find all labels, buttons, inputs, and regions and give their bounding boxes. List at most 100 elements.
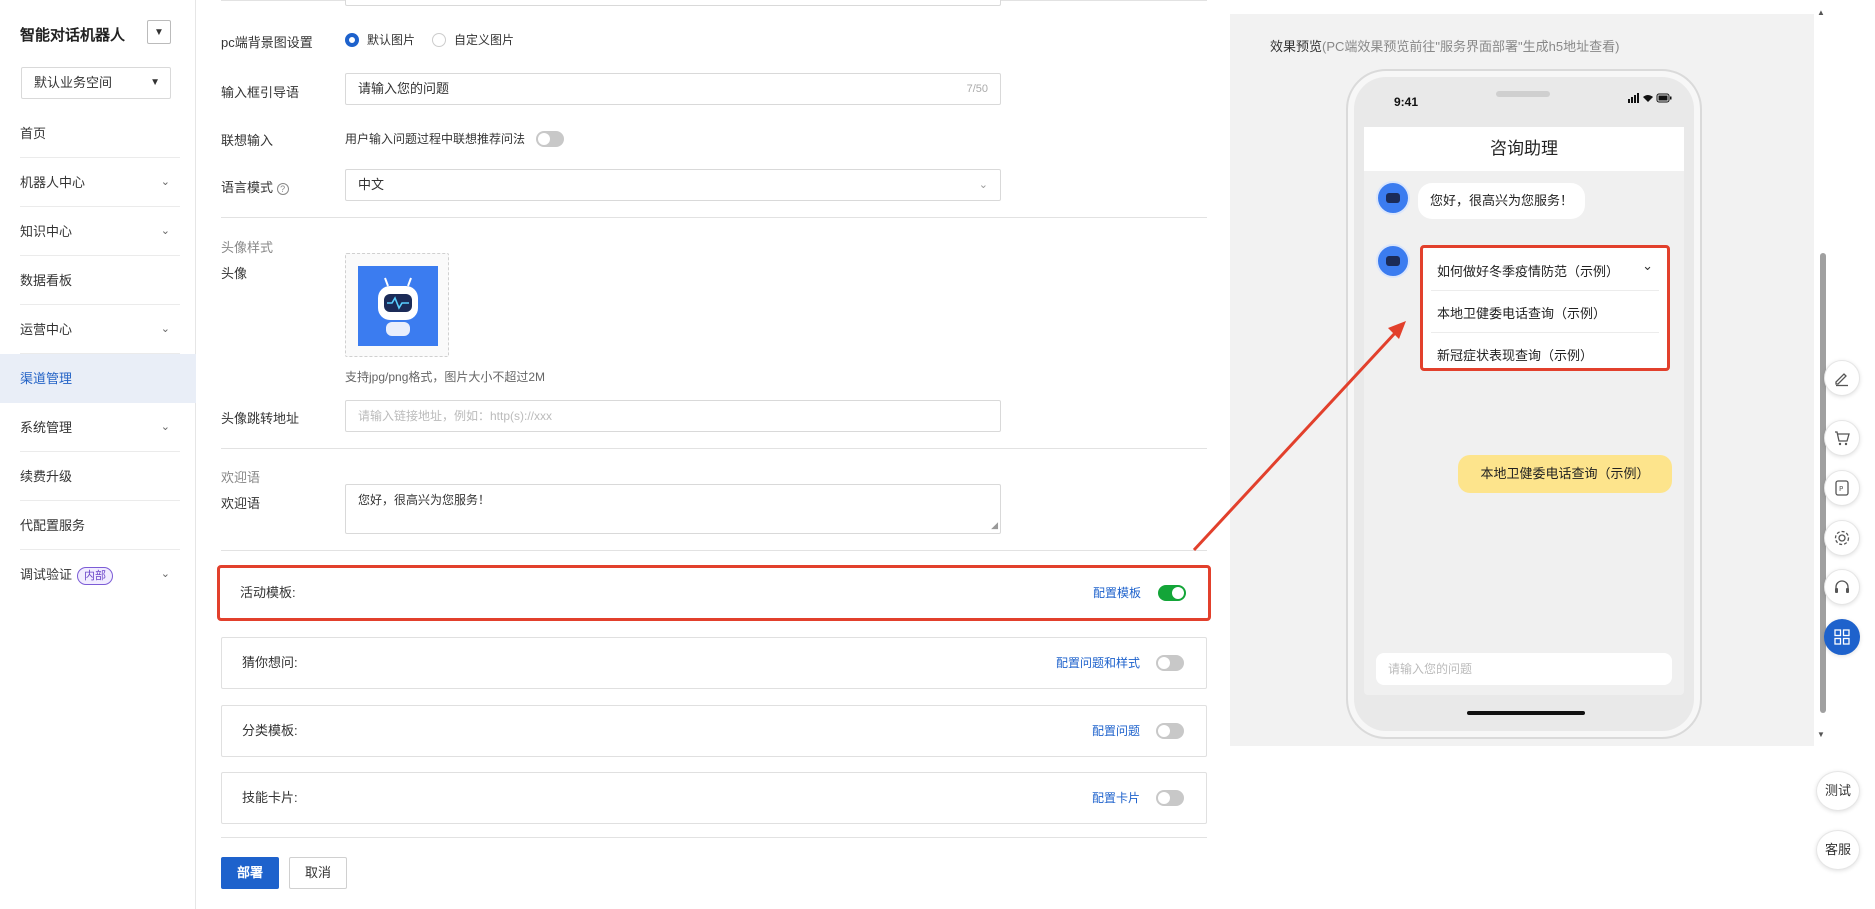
app-icon[interactable]: P: [1824, 470, 1860, 506]
config-form: pc端背景图设置 默认图片 自定义图片 输入框引导语 请输入您的问题 7/50 联…: [197, 0, 1211, 909]
deploy-button[interactable]: 部署: [221, 857, 279, 889]
sidebar-item-bot-center[interactable]: 机器人中心 ⌄: [0, 158, 196, 207]
sidebar: 智能对话机器人 ▼ 默认业务空间 ▼ 首页 机器人中心 ⌄ 知识中心 ⌄ 数据看板 …: [0, 0, 196, 909]
cart-icon[interactable]: [1824, 420, 1860, 456]
scroll-down-icon[interactable]: ▼: [1817, 730, 1825, 739]
divider: [221, 837, 1207, 838]
caret-down-icon: ▼: [150, 77, 160, 88]
sidebar-item-dashboard[interactable]: 数据看板: [0, 256, 196, 305]
radio-label: 默认图片: [367, 33, 416, 47]
home-indicator: [1467, 711, 1585, 715]
guess-question-toggle[interactable]: [1156, 655, 1184, 671]
chevron-down-icon: ⌄: [160, 323, 170, 335]
top-input-field[interactable]: [345, 0, 1001, 6]
internal-badge: 内部: [77, 566, 114, 585]
avatar-link-label: 头像跳转地址: [221, 411, 300, 426]
guide-label: 输入框引导语: [221, 85, 300, 100]
chevron-down-icon[interactable]: ⌄: [1642, 258, 1653, 274]
skill-card-toggle[interactable]: [1156, 790, 1184, 806]
preview-title: 效果预览(PC端效果预览前往"服务界面部署"生成h5地址查看): [1270, 36, 1619, 55]
bot-avatar: [1376, 181, 1410, 215]
radio-dot: [432, 32, 446, 47]
category-template-toggle[interactable]: [1156, 723, 1184, 739]
activity-template-toggle[interactable]: [1158, 585, 1186, 601]
sidebar-item-label: 运营中心: [20, 322, 73, 337]
card-label: 猜你想问:: [242, 655, 298, 670]
status-icons: [1628, 93, 1672, 106]
divider: [221, 550, 1207, 551]
lang-label-text: 语言模式: [221, 180, 274, 195]
sidebar-item-label: 机器人中心: [20, 175, 86, 190]
radio-default-image[interactable]: 默认图片: [345, 31, 415, 48]
phone-mockup: 9:41 咨询助理 您好，很高兴为您服务！ 如何做好冬季疫情防范（示例） ⌄ 本…: [1346, 69, 1702, 739]
welcome-textarea[interactable]: 您好，很高兴为您服务！ ◢: [345, 484, 1001, 534]
scroll-up-icon[interactable]: ▲: [1817, 8, 1825, 17]
bg-setting-label: pc端背景图设置: [221, 35, 313, 50]
welcome-label: 欢迎语: [221, 496, 261, 511]
status-time: 9:41: [1394, 95, 1419, 109]
avatar-link-input[interactable]: 请输入链接地址，例如：http(s)://xxx: [345, 400, 1001, 432]
sidebar-item-config-service[interactable]: 代配置服务: [0, 501, 196, 550]
sidebar-item-channels[interactable]: 渠道管理: [0, 354, 196, 403]
avatar-hint: 支持jpg/png格式，图片大小不超过2M: [345, 370, 546, 384]
sidebar-item-knowledge[interactable]: 知识中心 ⌄: [0, 207, 196, 256]
phone-notch: [1496, 91, 1550, 97]
assoc-toggle[interactable]: [536, 131, 564, 147]
question-item[interactable]: 本地卫健委电话查询（示例）: [1437, 303, 1606, 322]
guide-input[interactable]: 请输入您的问题 7/50: [345, 73, 1001, 105]
sidebar-item-debug[interactable]: 调试验证 内部 ⌄: [0, 550, 196, 599]
config-question-link[interactable]: 配置问题: [1092, 706, 1140, 756]
headset-icon[interactable]: [1824, 569, 1860, 605]
lang-label: 语言模式 ?: [221, 177, 289, 196]
chevron-down-icon: ⌄: [160, 176, 170, 188]
card-label: 分类模板:: [242, 723, 298, 738]
chat-title: 咨询助理: [1364, 127, 1684, 171]
gear-icon[interactable]: [1824, 520, 1860, 556]
preview-panel: 效果预览(PC端效果预览前往"服务界面部署"生成h5地址查看) 9:41 咨询助…: [1230, 14, 1814, 746]
radio-custom-image[interactable]: 自定义图片: [432, 31, 514, 48]
sidebar-item-label: 系统管理: [20, 420, 73, 435]
char-count: 7/50: [966, 83, 988, 95]
chat-input[interactable]: 请输入您的问题: [1376, 653, 1672, 685]
lang-value: 中文: [358, 177, 385, 192]
sidebar-nav: 首页 机器人中心 ⌄ 知识中心 ⌄ 数据看板 运营中心 ⌄ 渠道管理 系统管理 ⌄ 续费…: [0, 109, 196, 599]
sidebar-item-label: 调试验证: [20, 567, 73, 582]
resize-grip-icon[interactable]: ◢: [991, 520, 998, 531]
workspace-value: 默认业务空间: [34, 75, 113, 90]
workspace-select[interactable]: 默认业务空间 ▼: [21, 67, 171, 99]
config-card-link[interactable]: 配置卡片: [1092, 773, 1140, 823]
chevron-down-icon: ⌄: [978, 179, 988, 191]
config-question-style-link[interactable]: 配置问题和样式: [1056, 638, 1140, 688]
user-message-bubble: 本地卫健委电话查询（示例）: [1458, 455, 1672, 493]
service-button[interactable]: 客服: [1816, 830, 1860, 870]
test-button[interactable]: 测试: [1816, 771, 1860, 811]
sidebar-item-label: 知识中心: [20, 224, 73, 239]
edit-icon[interactable]: [1824, 360, 1860, 396]
app-switch-button[interactable]: ▼: [147, 20, 171, 44]
sidebar-item-system[interactable]: 系统管理 ⌄: [0, 403, 196, 452]
robot-avatar-image: [358, 266, 438, 346]
grid-icon[interactable]: [1824, 619, 1860, 655]
avatar-upload[interactable]: [345, 253, 449, 357]
caret-down-icon: ▼: [154, 26, 164, 38]
sidebar-item-operations[interactable]: 运营中心 ⌄: [0, 305, 196, 354]
help-icon[interactable]: ?: [276, 183, 289, 195]
radio-label: 自定义图片: [454, 33, 515, 47]
divider: [221, 448, 1207, 449]
guide-value: 请输入您的问题: [358, 81, 450, 96]
question-item[interactable]: 新冠症状表现查询（示例）: [1437, 345, 1593, 364]
sidebar-item-renew[interactable]: 续费升级: [0, 452, 196, 501]
cancel-button[interactable]: 取消: [289, 857, 347, 889]
guess-question-card: 猜你想问: 配置问题和样式: [221, 637, 1207, 689]
question-item[interactable]: 如何做好冬季疫情防范（示例）: [1437, 261, 1619, 280]
sidebar-item-label: 续费升级: [20, 469, 73, 484]
preview-title-text: 效果预览: [1270, 39, 1323, 54]
assoc-label: 联想输入: [221, 133, 274, 148]
assoc-desc: 用户输入问题过程中联想推荐问法: [345, 132, 526, 146]
sidebar-item-label: 代配置服务: [20, 518, 86, 533]
activity-template-card: 活动模板: 配置模板: [217, 565, 1211, 621]
lang-select[interactable]: 中文 ⌄: [345, 169, 1001, 201]
sidebar-item-home[interactable]: 首页: [0, 109, 196, 158]
config-template-link[interactable]: 配置模板: [1093, 568, 1141, 618]
avatar-label: 头像: [221, 266, 248, 281]
